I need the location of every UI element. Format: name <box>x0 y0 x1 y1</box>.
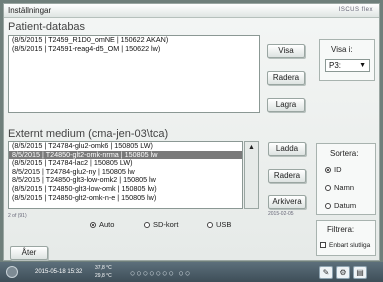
settings-window: Inställningar ISCUS flex Patient-databas… <box>3 3 380 261</box>
sort-name-radio[interactable]: Namn <box>325 183 354 192</box>
datetime: 2015-05-18 15:32 <box>35 269 83 275</box>
radio-on-icon <box>325 167 331 173</box>
show-in-value: P3: <box>329 61 342 70</box>
only-finals-checkbox[interactable]: Enbart slutliga <box>320 242 370 249</box>
load-button[interactable]: Ladda <box>268 142 306 156</box>
external-list[interactable]: (8/5/2015 | T24784-glu2-omk6 | 150805 LW… <box>8 141 243 209</box>
screen: Inställningar ISCUS flex Patient-databas… <box>0 0 383 282</box>
temp-2: 29,8 °C <box>95 273 112 279</box>
media-usb-label: USB <box>216 220 232 229</box>
external-medium-title: Externt medium (cma-jen-03\tca) <box>8 128 169 140</box>
sort-name-label: Namn <box>334 183 355 192</box>
temp-1: 37,8 °C <box>95 265 112 271</box>
radio-off-icon <box>325 185 331 191</box>
media-auto-radio[interactable]: Auto <box>90 220 114 229</box>
delete-patient-button[interactable]: Radera <box>267 71 305 85</box>
status-circles-icon: ○○○○○○○ ○○ <box>130 268 192 278</box>
checkbox-icon <box>320 242 326 248</box>
show-button[interactable]: Visa <box>267 44 305 58</box>
scroll-up-icon[interactable]: ▲ <box>245 142 258 154</box>
dropdown-arrow-icon: ▼ <box>359 62 366 69</box>
settings-icon[interactable]: ✎ <box>319 266 333 279</box>
gear-icon[interactable]: ⚙ <box>336 266 350 279</box>
sort-id-label: ID <box>334 165 342 174</box>
save-button[interactable]: Lagra <box>267 98 305 112</box>
title-bar: Inställningar ISCUS flex <box>4 4 379 18</box>
media-usb-radio[interactable]: USB <box>207 220 231 229</box>
patient-db-title: Patient-databas <box>8 21 86 33</box>
taskbar: 2015-05-18 15:32 37,8 °C 29,8 °C ○○○○○○○… <box>0 262 383 282</box>
radio-off-icon <box>144 222 150 228</box>
only-finals-label: Enbart slutliga <box>329 242 371 249</box>
radio-off-icon <box>207 222 213 228</box>
power-icon[interactable] <box>6 266 18 278</box>
show-in-group: Visa i: P3: ▼ <box>319 39 375 81</box>
show-in-label: Visa i: <box>331 45 353 54</box>
archive-button[interactable]: Arkivera <box>268 195 306 209</box>
folder-icon[interactable]: ▤ <box>353 266 367 279</box>
delete-external-button[interactable]: Radera <box>268 169 306 183</box>
sort-group: Sortera: ID Namn Datum <box>316 143 376 215</box>
back-button[interactable]: Åter <box>10 246 48 260</box>
sort-date-label: Datum <box>334 201 357 210</box>
radio-on-icon <box>90 222 96 228</box>
sort-date-radio[interactable]: Datum <box>325 201 356 210</box>
archive-date: 2015-02-05 <box>268 211 294 217</box>
brand-logo: ISCUS flex <box>338 7 373 13</box>
sort-label: Sortera: <box>330 149 359 158</box>
window-title: Inställningar <box>8 6 52 15</box>
list-item[interactable]: (8/5/2015 | T24850-glt2-omk-n-e | 150805… <box>9 193 242 203</box>
media-sd-label: SD-kort <box>153 220 179 229</box>
list-item[interactable]: (8/5/2015 | T24591-reag4-d5_OM | 150622 … <box>9 44 259 54</box>
list-count: 2 of (91) <box>8 213 27 219</box>
patient-db-list[interactable]: (8/5/2015 | T2459_R1D0_omNE | 150622 AKA… <box>8 35 260 113</box>
show-in-select[interactable]: P3: ▼ <box>325 59 370 72</box>
filter-label: Filtrera: <box>327 225 355 234</box>
media-auto-label: Auto <box>99 220 115 229</box>
external-list-scrollbar[interactable]: ▲ <box>244 141 259 209</box>
radio-off-icon <box>325 203 331 209</box>
media-sd-radio[interactable]: SD-kort <box>144 220 178 229</box>
filter-group: Filtrera: Enbart slutliga <box>316 220 376 256</box>
sort-id-radio[interactable]: ID <box>325 165 342 174</box>
